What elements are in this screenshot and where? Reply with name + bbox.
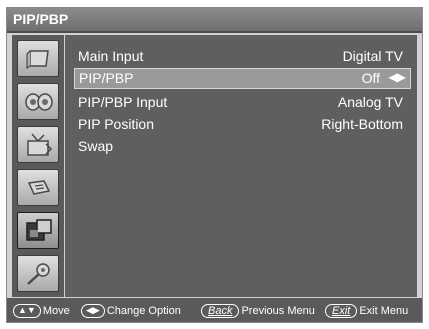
- sidebar-item-pip[interactable]: [17, 212, 59, 249]
- menu-row-pip-position[interactable]: PIP Position Right-Bottom: [74, 114, 411, 135]
- hint-move: ▲▼ Move: [13, 304, 70, 318]
- menu-row-swap[interactable]: Swap: [74, 136, 411, 157]
- row-value: Right-Bottom: [321, 116, 403, 132]
- left-right-key-icon: ◀▶: [81, 304, 105, 318]
- osd-menu: PIP/PBP Main Input Digital TV PIP/PBP Of…: [6, 7, 423, 323]
- sidebar-item-sound[interactable]: [17, 83, 59, 120]
- row-label: Main Input: [78, 48, 144, 64]
- key-hint-bar: ▲▼ Move ◀▶ Change Option Back Previous Menu…: [7, 298, 422, 322]
- row-label: Swap: [78, 138, 114, 154]
- sidebar-item-picture[interactable]: [17, 40, 59, 77]
- left-right-arrows-icon[interactable]: ◀▶: [389, 70, 406, 84]
- hint-exit-menu: Exit Exit Menu: [325, 304, 408, 318]
- row-value: Analog TV: [337, 94, 403, 110]
- menu-panel: Main Input Digital TV PIP/PBP Off ◀▶ PIP…: [65, 35, 417, 297]
- hint-change-option: ◀▶ Change Option: [81, 304, 181, 318]
- sidebar-item-support[interactable]: [17, 255, 59, 292]
- sidebar: [12, 35, 64, 297]
- hint-previous-menu: Back Previous Menu: [201, 304, 315, 318]
- up-down-key-icon: ▲▼: [13, 304, 41, 318]
- exit-key-icon: Exit: [325, 304, 358, 318]
- menu-row-pip-pbp[interactable]: PIP/PBP Off ◀▶: [74, 68, 411, 89]
- hint-label: Move: [42, 304, 70, 317]
- sidebar-item-setup[interactable]: [17, 169, 59, 206]
- row-value: Digital TV: [342, 48, 403, 64]
- page-title: PIP/PBP: [13, 11, 69, 27]
- back-key-icon: Back: [201, 304, 240, 318]
- menu-row-pip-pbp-input[interactable]: PIP/PBP Input Analog TV: [74, 92, 411, 113]
- hint-label: Previous Menu: [241, 304, 315, 317]
- row-label: PIP/PBP Input: [78, 94, 168, 110]
- menu-row-main-input[interactable]: Main Input Digital TV: [74, 46, 411, 67]
- hint-label: Change Option: [106, 304, 181, 317]
- row-value: Off: [361, 70, 380, 86]
- row-label: PIP Position: [78, 116, 155, 132]
- sidebar-item-channel[interactable]: [17, 126, 59, 163]
- title-bar: PIP/PBP: [7, 8, 422, 33]
- row-label: PIP/PBP: [79, 70, 134, 86]
- hint-label: Exit Menu: [359, 304, 409, 317]
